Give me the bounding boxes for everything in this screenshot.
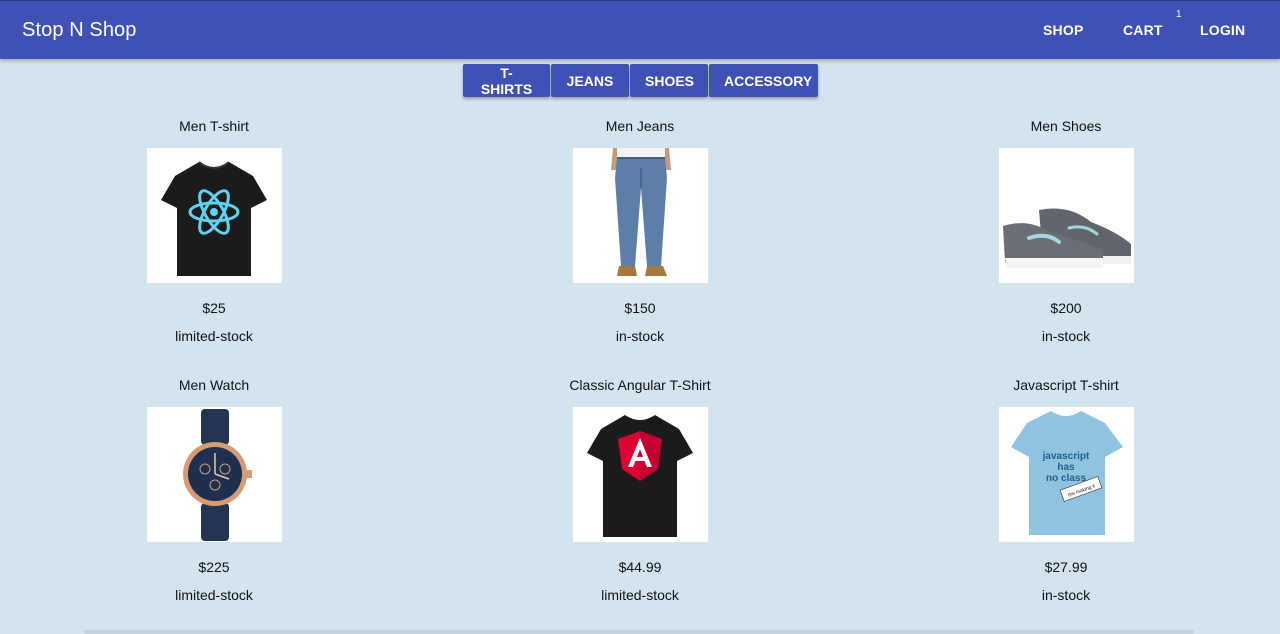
nav-shop-link[interactable]: SHOP bbox=[1043, 22, 1083, 38]
product-stock-status: limited-stock bbox=[175, 587, 253, 603]
product-price: $27.99 bbox=[1044, 559, 1088, 575]
tshirt-print-line-1: javascript bbox=[1041, 451, 1089, 462]
product-name: Men Watch bbox=[178, 377, 250, 393]
product-card[interactable]: Men Watch $225 limited-stock bbox=[64, 377, 364, 603]
watch-icon[interactable] bbox=[146, 407, 282, 542]
category-jeans-button[interactable]: JEANS bbox=[551, 64, 629, 97]
product-card[interactable]: Classic Angular T-Shirt $44.99 limited-s… bbox=[490, 377, 790, 603]
react-tshirt-icon[interactable] bbox=[146, 148, 282, 283]
category-bar: T-SHIRTS JEANS SHOES ACCESSORY bbox=[463, 64, 818, 97]
js-tshirt-icon[interactable]: javascript has no class the making it bbox=[998, 407, 1134, 542]
product-card[interactable]: Men Jeans $150 in-stock bbox=[490, 118, 790, 344]
category-shoes-button[interactable]: SHOES bbox=[630, 64, 708, 97]
app-bar: Stop N Shop SHOP CART 1 LOGIN bbox=[0, 0, 1280, 59]
nav-login-link[interactable]: LOGIN bbox=[1200, 22, 1245, 38]
product-stock-status: in-stock bbox=[1041, 328, 1091, 344]
nav-cart-link[interactable]: CART bbox=[1123, 22, 1163, 38]
product-card[interactable]: Men T-shirt $25 limited-stock bbox=[64, 118, 364, 344]
product-card[interactable]: Men Shoes $200 in-stock bbox=[916, 118, 1216, 344]
product-name: Men T-shirt bbox=[179, 118, 249, 134]
tshirt-print-line-3: no class bbox=[1045, 473, 1085, 484]
product-price: $25 bbox=[202, 300, 226, 316]
product-price: $44.99 bbox=[618, 559, 662, 575]
product-stock-status: in-stock bbox=[615, 328, 665, 344]
category-accessory-button[interactable]: ACCESSORY bbox=[709, 64, 818, 97]
product-stock-status: limited-stock bbox=[175, 328, 253, 344]
product-name: Men Shoes bbox=[1030, 118, 1102, 134]
brand-title[interactable]: Stop N Shop bbox=[22, 19, 137, 42]
product-name: Men Jeans bbox=[605, 118, 675, 134]
angular-tshirt-icon[interactable] bbox=[572, 407, 708, 542]
cart-count-badge: 1 bbox=[1176, 9, 1182, 20]
product-stock-status: limited-stock bbox=[601, 587, 679, 603]
product-price: $150 bbox=[624, 300, 656, 316]
product-card[interactable]: Javascript T-shirt javascript has no cla… bbox=[916, 377, 1216, 603]
tshirt-print-line-2: has bbox=[1057, 462, 1075, 473]
product-price: $200 bbox=[1050, 300, 1082, 316]
product-price: $225 bbox=[198, 559, 230, 575]
product-name: Javascript T-shirt bbox=[1013, 377, 1119, 393]
content-bottom-shadow bbox=[84, 630, 1194, 634]
sneaker-icon[interactable] bbox=[998, 148, 1134, 283]
product-stock-status: in-stock bbox=[1041, 587, 1091, 603]
product-name: Classic Angular T-Shirt bbox=[569, 377, 711, 393]
jeans-icon[interactable] bbox=[572, 148, 708, 283]
category-tshirts-button[interactable]: T-SHIRTS bbox=[463, 64, 550, 97]
